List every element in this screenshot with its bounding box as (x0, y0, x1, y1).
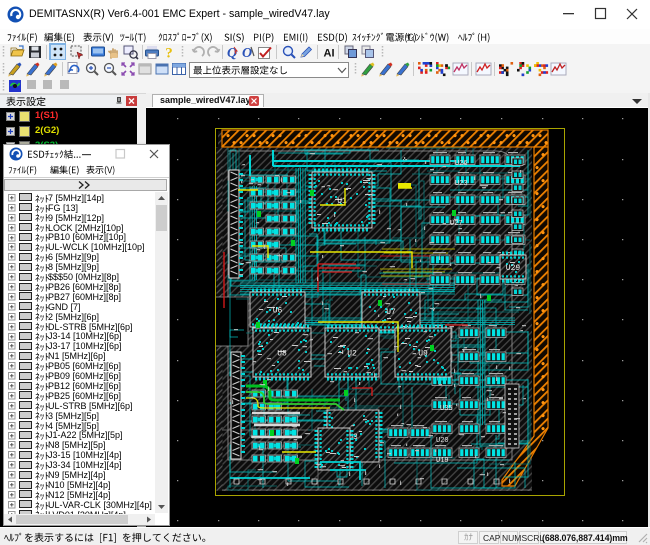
svg-text:U6: U6 (273, 307, 283, 316)
svg-text:AI: AI (324, 48, 335, 60)
svg-text:O: O (242, 46, 252, 60)
svg-text:U23: U23 (455, 180, 468, 188)
svg-text:U8: U8 (277, 350, 287, 359)
svg-text:U2: U2 (347, 350, 357, 359)
svg-text:U20: U20 (436, 437, 449, 445)
svg-text:U7: U7 (386, 308, 396, 317)
svg-text:U19: U19 (436, 457, 449, 465)
svg-text:?: ? (165, 46, 173, 61)
svg-text:U35: U35 (440, 405, 453, 413)
svg-text:U29: U29 (506, 264, 521, 273)
